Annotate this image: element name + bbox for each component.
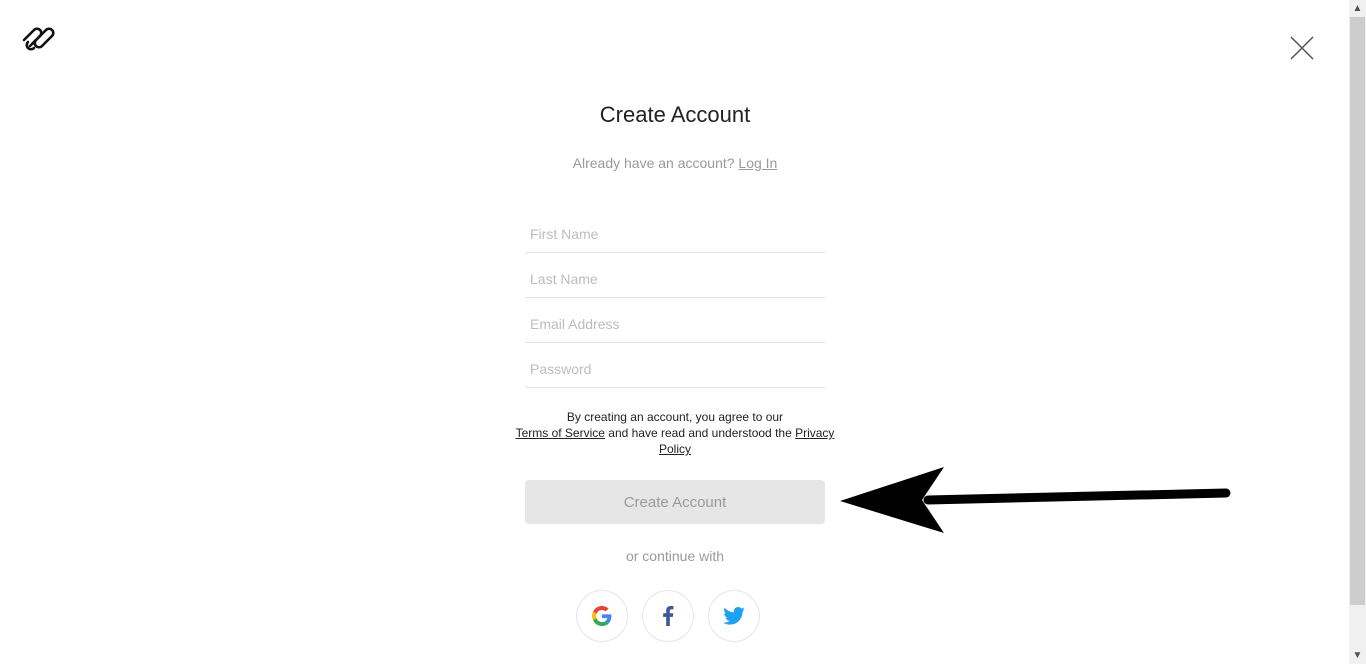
login-link[interactable]: Log In: [738, 155, 777, 171]
terms-prefix: By creating an account, you agree to our: [566, 410, 784, 424]
scrollbar[interactable]: ▲ ▼: [1349, 0, 1366, 664]
last-name-input[interactable]: [525, 259, 825, 299]
squarespace-logo-icon[interactable]: [21, 25, 57, 53]
scroll-up-icon[interactable]: ▲: [1349, 0, 1366, 17]
last-name-field-wrap: [525, 253, 825, 299]
page-title: Create Account: [599, 102, 751, 127]
facebook-button[interactable]: [642, 590, 694, 642]
first-name-field-wrap: [525, 208, 825, 254]
password-field-wrap: [525, 343, 825, 389]
twitter-icon: [723, 607, 745, 625]
terms-of-service-link[interactable]: Terms of Service: [516, 426, 605, 440]
facebook-icon: [663, 606, 674, 626]
twitter-button[interactable]: [708, 590, 760, 642]
or-continue-with: or continue with: [625, 548, 725, 564]
email-field-wrap: [525, 298, 825, 344]
login-prompt: Already have an account? Log In: [465, 155, 885, 171]
scroll-down-icon[interactable]: ▼: [1349, 647, 1366, 664]
password-input[interactable]: [525, 349, 825, 389]
create-account-button[interactable]: Create Account: [525, 480, 825, 524]
google-icon: [592, 606, 612, 626]
google-button[interactable]: [576, 590, 628, 642]
terms-middle: and have read and understood the: [608, 426, 792, 440]
email-input[interactable]: [525, 304, 825, 344]
scroll-thumb[interactable]: [1350, 17, 1365, 605]
terms-text: By creating an account, you agree to our…: [515, 409, 835, 457]
close-icon[interactable]: [1288, 34, 1316, 62]
arrow-left-icon: [840, 467, 1231, 533]
login-prompt-text: Already have an account?: [572, 155, 735, 171]
first-name-input[interactable]: [525, 214, 825, 254]
